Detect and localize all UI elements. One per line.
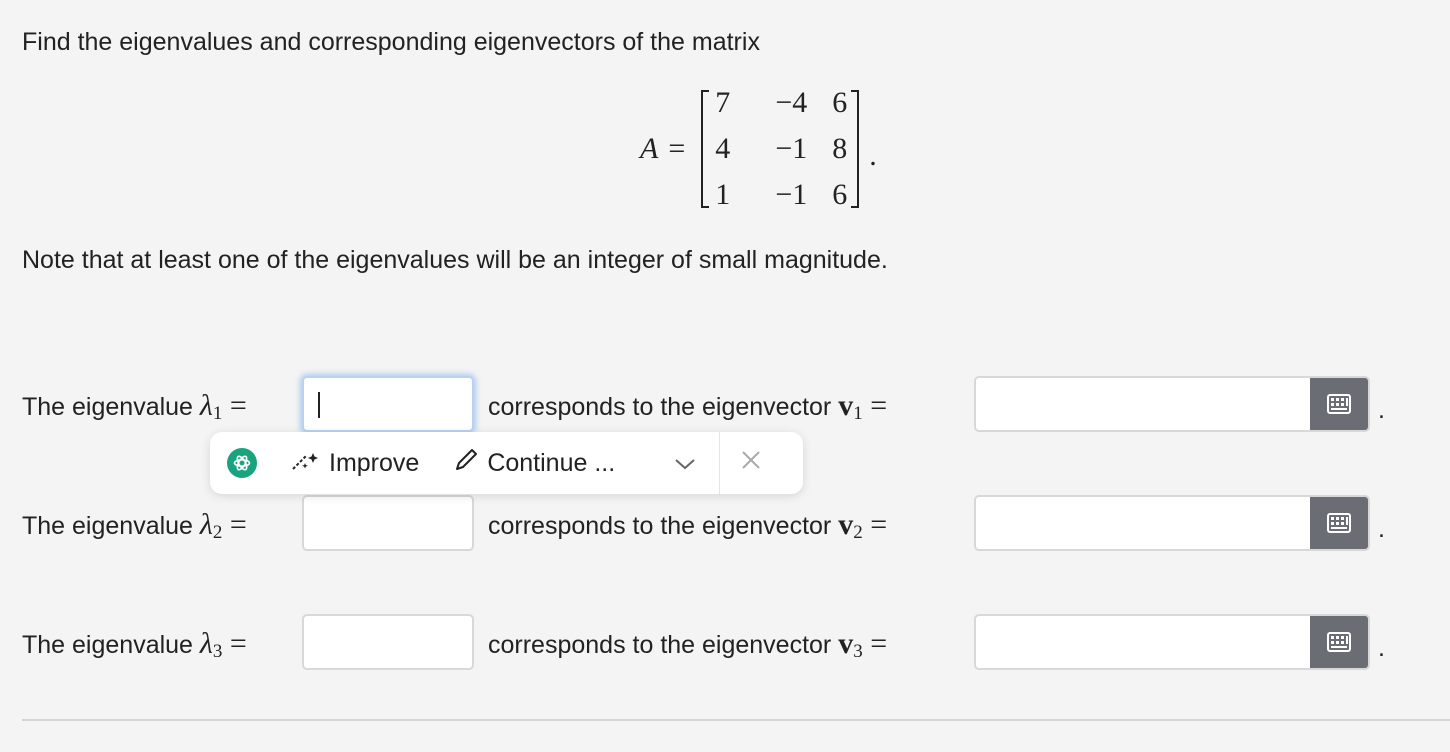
matrix-period: .	[869, 139, 877, 172]
matrix-entry: 8	[832, 132, 848, 165]
eigenvector-1-field[interactable]	[974, 376, 1370, 432]
matrix-entry: 1	[715, 178, 731, 211]
eigenvalue-1-field[interactable]	[302, 376, 474, 432]
matrix-entry: −4	[775, 86, 808, 119]
keyboard-icon	[1327, 513, 1351, 533]
continue-label: Continue ...	[487, 448, 616, 477]
eigenvector-label-3: corresponds to the eigenvector v3 =	[488, 627, 888, 663]
popup-divider	[719, 432, 721, 494]
eigenvector-label-2: corresponds to the eigenvector v2 =	[488, 508, 888, 544]
matrix-entry: −1	[775, 132, 808, 165]
improve-button[interactable]: Improve	[289, 447, 419, 480]
answer-row-1: The eigenvalue λ1 = corresponds to the e…	[22, 376, 1442, 436]
question-note: Note that at least one of the eigenvalue…	[22, 246, 888, 274]
eigenvalue-label-2: The eigenvalue λ2 =	[22, 508, 247, 544]
eigenvector-2-field[interactable]	[974, 495, 1370, 551]
matrix-equation: A = 7 −4 6 4 −1 8 1 −1 6 .	[640, 86, 877, 211]
row-period: .	[1378, 634, 1385, 662]
matrix-entry: −1	[775, 178, 808, 211]
keyboard-icon	[1327, 394, 1351, 414]
eigenvalue-1-input[interactable]	[304, 378, 472, 430]
question-prompt: Find the eigenvalues and corresponding e…	[22, 28, 760, 56]
chevron-down-icon[interactable]	[673, 449, 697, 478]
matrix-grid: 7 −4 6 4 −1 8 1 −1 6	[709, 80, 851, 218]
pencil-icon	[451, 447, 487, 480]
eigenvector-3-input[interactable]	[976, 616, 1310, 668]
answer-row-3: The eigenvalue λ3 = corresponds to the e…	[22, 614, 1442, 674]
math-keyboard-button[interactable]	[1310, 378, 1368, 430]
math-keyboard-button[interactable]	[1310, 497, 1368, 549]
matrix-entry: 6	[832, 178, 848, 211]
bottom-divider	[22, 719, 1450, 721]
matrix-entry: 4	[715, 132, 731, 165]
eigenvalue-label-1: The eigenvalue λ1 =	[22, 389, 247, 425]
eigenvalue-2-field[interactable]	[302, 495, 474, 551]
row-period: .	[1378, 396, 1385, 424]
close-icon[interactable]	[740, 449, 762, 478]
improve-label: Improve	[329, 448, 420, 477]
eigenvalue-3-input[interactable]	[304, 616, 472, 668]
eigenvalue-3-field[interactable]	[302, 614, 474, 670]
chatgpt-logo-icon[interactable]	[227, 448, 257, 478]
eigenvector-1-input[interactable]	[976, 378, 1310, 430]
matrix-name: A	[640, 132, 659, 165]
matrix-entry: 7	[715, 86, 731, 119]
equals-sign: =	[668, 132, 686, 165]
left-bracket	[699, 88, 710, 210]
eigenvector-3-field[interactable]	[974, 614, 1370, 670]
ai-writing-popup: Improve Continue ...	[210, 432, 803, 494]
row-period: .	[1378, 515, 1385, 543]
answer-row-2: The eigenvalue λ2 = corresponds to the e…	[22, 495, 1442, 555]
eigenvalue-label-3: The eigenvalue λ3 =	[22, 627, 247, 663]
text-cursor	[318, 392, 320, 418]
right-bracket	[851, 88, 861, 210]
math-keyboard-button[interactable]	[1310, 616, 1368, 668]
eigenvector-label-1: corresponds to the eigenvector v1 =	[488, 389, 888, 425]
eigenvector-2-input[interactable]	[976, 497, 1310, 549]
magic-wand-icon	[289, 447, 329, 480]
keyboard-icon	[1327, 632, 1351, 652]
matrix-entry: 6	[832, 86, 848, 119]
eigenvalue-2-input[interactable]	[304, 497, 472, 549]
continue-button[interactable]: Continue ...	[451, 447, 615, 480]
